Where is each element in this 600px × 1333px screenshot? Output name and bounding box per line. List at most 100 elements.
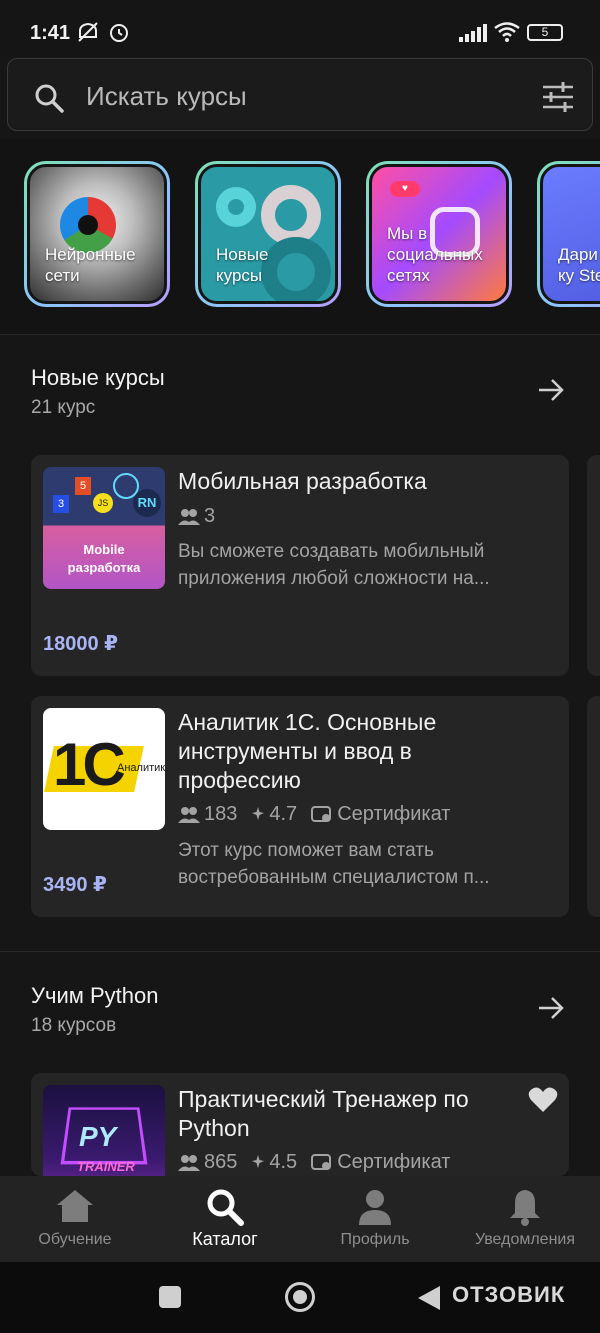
thumb-caption: Mobile разработка — [67, 542, 141, 575]
certificate-icon — [311, 805, 332, 822]
course-description: Этот курс поможет вам стать востребованн… — [178, 837, 558, 891]
watermark: ОТЗОВИК — [452, 1282, 566, 1307]
course-thumbnail: 5 3 JS RN Mobile разработка — [43, 467, 165, 589]
nav-notifications[interactable]: Уведомления — [450, 1176, 600, 1262]
title-line: Практический Тренажер по — [178, 1086, 469, 1112]
learners-count: 865 — [204, 1151, 238, 1173]
learners-count: 3 — [204, 505, 216, 527]
rating: 4.5 — [251, 1151, 297, 1174]
css3-icon: 3 — [53, 495, 69, 513]
star-icon — [252, 1154, 265, 1168]
nav-label: Обучение — [38, 1231, 112, 1248]
home-button[interactable] — [285, 1282, 315, 1312]
ring-shape — [261, 185, 321, 245]
search-input[interactable]: Искать курсы — [7, 58, 593, 131]
js-icon: JS — [93, 493, 113, 513]
pupil — [78, 215, 98, 235]
nav-label: Каталог — [192, 1229, 258, 1249]
arrow-right-icon[interactable] — [536, 993, 566, 1023]
section-title: Учим Python — [31, 983, 159, 1008]
course-price: 18000 ₽ — [43, 633, 119, 655]
course-card-1c-analyst[interactable]: 1С Аналитик Аналитик 1С. Основные инстру… — [31, 696, 569, 917]
rating-value: 4.5 — [269, 1151, 298, 1173]
recent-apps-button[interactable] — [159, 1286, 181, 1308]
course-title: Мобильная разработка — [178, 468, 427, 494]
status-time: 1:41 — [30, 22, 71, 44]
title-line: Аналитик 1С. Основные — [178, 709, 437, 735]
back-icon[interactable] — [416, 1284, 442, 1312]
story-gift-course[interactable]: Дари й-ку Stepi — [537, 161, 600, 307]
system-navigation-bar: ОТЗОВИК — [0, 1262, 600, 1333]
star-icon — [252, 806, 265, 820]
description-line: востребованным специалистом п... — [178, 867, 490, 888]
wifi-icon — [494, 22, 520, 42]
alarm-icon — [110, 24, 128, 42]
home-dot — [293, 1290, 307, 1304]
story-new-courses[interactable]: Новые курсы — [195, 161, 341, 307]
story-thumbnail: ♥ Мы в социальных сетях — [369, 164, 509, 304]
html5-icon: 5 — [75, 477, 91, 495]
profile-icon — [359, 1190, 391, 1225]
rn-icon: RN — [133, 489, 161, 517]
title-line: инструменты и ввод в — [178, 738, 412, 764]
nav-label: Уведомления — [474, 1231, 576, 1248]
next-card-peek[interactable] — [587, 455, 600, 676]
search-icon — [207, 1189, 244, 1226]
story-thumbnail: Дари й-ку Stepi — [540, 164, 600, 304]
battery-level: 5 — [541, 25, 549, 39]
do-not-disturb-icon — [78, 22, 98, 42]
course-meta: 183 4.7 Сертификат — [178, 803, 450, 826]
certificate-label: Сертификат — [337, 803, 451, 825]
learners: 183 — [178, 803, 237, 826]
search-placeholder: Искать курсы — [86, 81, 247, 111]
users-icon — [178, 1154, 200, 1171]
nav-catalog[interactable]: Каталог — [150, 1176, 300, 1262]
thumb-subtitle: Аналитик — [117, 762, 165, 774]
learners: 865 — [178, 1151, 237, 1174]
course-title: Аналитик 1С. Основные инструменты и ввод… — [178, 708, 558, 795]
thumb-subtitle: TRAINER — [77, 1159, 135, 1174]
course-title: Практический Тренажер по Python — [178, 1085, 558, 1143]
nav-profile[interactable]: Профиль — [300, 1176, 450, 1262]
course-meta: 3 — [178, 505, 215, 528]
search-icon — [35, 84, 64, 113]
filter-icon[interactable] — [541, 81, 575, 113]
course-thumbnail: PY TRAINER — [43, 1085, 165, 1176]
thumb-logo: 1С — [53, 731, 126, 798]
signal-icon — [459, 24, 487, 42]
course-meta: 865 4.5 Сертификат — [178, 1151, 450, 1174]
rating-value: 4.7 — [269, 803, 298, 825]
bell-icon — [510, 1190, 540, 1226]
bottom-navigation: Обучение Каталог Профиль Уведомления — [0, 1176, 600, 1262]
arrow-right-icon[interactable] — [536, 375, 566, 405]
description-line: Вы сможете создавать мобильный — [178, 541, 485, 562]
heart-icon[interactable] — [528, 1086, 558, 1113]
story-label: Новые курсы — [216, 245, 269, 285]
course-card-python-trainer[interactable]: PY TRAINER Практический Тренажер по Pyth… — [31, 1073, 569, 1176]
home-icon — [57, 1190, 93, 1222]
section-title: Новые курсы — [31, 365, 165, 390]
stories-carousel: Нейронные сети Новые курсы ♥ Мы в социал… — [0, 138, 600, 334]
course-card-mobile[interactable]: 5 3 JS RN Mobile разработка Мобильная ра… — [31, 455, 569, 676]
description-line: приложения любой сложности на... — [178, 568, 490, 589]
course-thumbnail: 1С Аналитик — [43, 708, 165, 830]
section-count: 18 курсов — [31, 1015, 117, 1036]
story-neural-networks[interactable]: Нейронные сети — [24, 161, 170, 307]
learners-count: 183 — [204, 803, 238, 825]
nav-label: Профиль — [340, 1231, 410, 1248]
story-social-networks[interactable]: ♥ Мы в социальных сетях — [366, 161, 512, 307]
story-label: Дари й-ку Stepi — [558, 245, 600, 285]
learners: 3 — [178, 505, 215, 528]
ring-shape — [216, 187, 256, 227]
users-icon — [178, 508, 200, 525]
certificate: Сертификат — [311, 803, 450, 826]
description-line: Этот курс поможет вам стать — [178, 840, 434, 861]
story-label: Мы в социальных сетях — [387, 224, 483, 285]
battery-icon: 5 — [527, 24, 563, 41]
course-description: Вы сможете создавать мобильный приложени… — [178, 538, 558, 592]
nav-learning[interactable]: Обучение — [0, 1176, 150, 1262]
users-icon — [178, 806, 200, 823]
next-card-peek[interactable] — [587, 696, 600, 917]
certificate: Сертификат — [311, 1151, 450, 1174]
search-bar: Искать курсы — [0, 56, 600, 138]
